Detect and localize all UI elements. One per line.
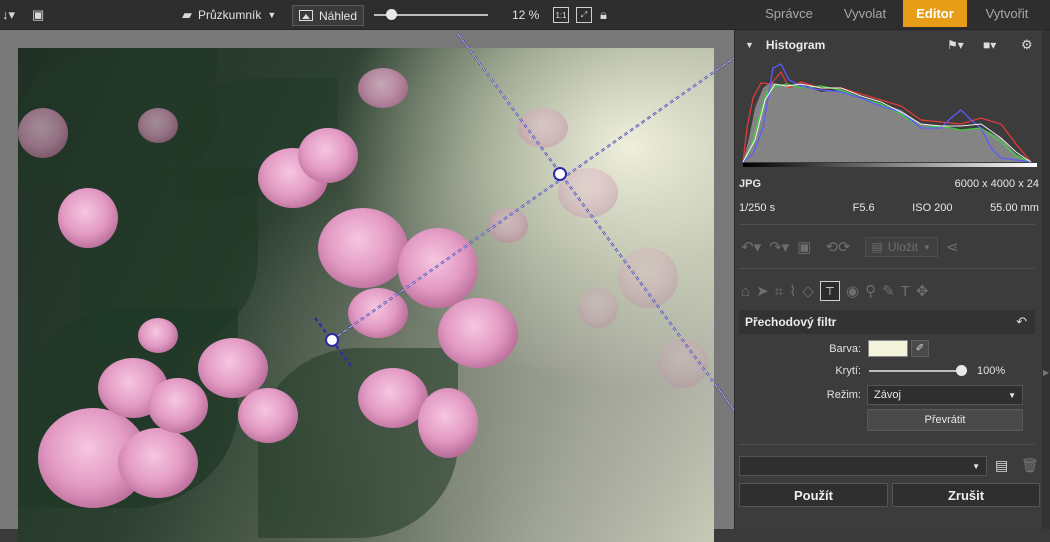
image-dimensions: 6000 x 4000 x 24	[954, 178, 1039, 190]
gradient-filter-header: Přechodový filtr ↶	[739, 310, 1035, 334]
chevron-down-icon: ▼	[1008, 390, 1016, 400]
right-panel: ▼ Histogram ⚑▾ ■▾ ⚙ JPG 6000 x 4000 x 24…	[734, 30, 1042, 529]
opacity-slider-handle[interactable]	[956, 365, 967, 376]
histogram-chart	[741, 58, 1039, 168]
invert-button[interactable]: Převrátit	[867, 409, 1023, 431]
image-icon	[299, 10, 313, 21]
perspective-icon[interactable]: ◇	[802, 282, 814, 300]
folder-icon: ▰	[182, 7, 192, 22]
save-label: Uložit	[887, 240, 918, 254]
share-icon[interactable]: ⋖	[946, 238, 959, 256]
mode-label: Režim:	[826, 389, 861, 401]
redo-icon[interactable]: ↷▾	[769, 238, 789, 256]
save-button[interactable]: ▤ Uložit ▼	[864, 237, 938, 257]
color-label: Barva:	[829, 343, 861, 355]
one-to-one-label: 1:1	[555, 10, 567, 20]
color-swatch[interactable]	[868, 340, 908, 357]
preview-label: Náhled	[319, 8, 358, 23]
apply-button[interactable]: Použít	[739, 483, 888, 507]
undo-icon[interactable]: ↶▾	[741, 238, 761, 256]
cancel-button[interactable]: Zrušit	[892, 483, 1040, 507]
clone-stamp-icon[interactable]: ⚲	[865, 282, 876, 300]
preview-button[interactable]: Náhled	[292, 5, 365, 26]
file-format: JPG	[739, 178, 762, 190]
image-compare-icon[interactable]: ▣	[797, 238, 811, 256]
lock-icon[interactable]: 🔒︎	[600, 0, 607, 30]
fit-screen-icon[interactable]: ⤢	[576, 7, 592, 23]
blend-mode-dropdown[interactable]: Závoj ▼	[867, 385, 1023, 405]
panel-scrollbar[interactable]: ▶	[1042, 30, 1050, 529]
chevron-down-icon: ▼	[972, 461, 980, 471]
text-icon[interactable]: T	[901, 283, 910, 300]
file-info-row: JPG 6000 x 4000 x 24	[739, 178, 1039, 190]
focal-length: 55.00 mm	[990, 202, 1039, 214]
histogram-title: Histogram	[765, 38, 826, 52]
reset-icon[interactable]: ↶	[1016, 314, 1027, 330]
gradient-filter-title: Přechodový filtr	[745, 315, 837, 329]
browser-dropdown[interactable]: ▰ Průzkumník ▼	[182, 0, 276, 30]
save-icon: ▤	[871, 240, 883, 254]
tab-develop[interactable]: Vyvolat	[832, 0, 898, 27]
histogram-header[interactable]: ▼ Histogram ⚑▾ ■▾ ⚙	[735, 34, 1043, 56]
top-toolbar: ↓▾ ▣ ▰ Průzkumník ▼ Náhled 12 % 1:1 ⤢ 🔒︎…	[0, 0, 1050, 30]
save-preset-icon[interactable]: ▤	[995, 457, 1008, 474]
iso-value: ISO 200	[912, 202, 953, 214]
display-mode-icon[interactable]: ■▾	[983, 38, 996, 52]
gear-icon[interactable]: ⚙	[1021, 37, 1033, 53]
gradient-filter-tool-icon[interactable]: ⊤	[819, 281, 840, 301]
tab-editor[interactable]: Editor	[903, 0, 967, 27]
sort-icon[interactable]: ↓▾	[2, 0, 15, 30]
home-icon[interactable]: ⌂	[741, 283, 750, 300]
divider	[739, 224, 1035, 225]
divider	[739, 268, 1035, 269]
gradient-guide-overlay[interactable]	[0, 30, 734, 529]
delete-preset-icon[interactable]: 🗑︎	[1021, 457, 1039, 474]
edit-toolbar: ↶▾ ↷▾ ▣ ⟲⟳ ▤ Uložit ▼ ⋖	[741, 234, 1037, 260]
preset-dropdown[interactable]: ▼	[739, 456, 987, 476]
one-to-one-button[interactable]: 1:1	[553, 7, 569, 23]
opacity-label: Krytí:	[835, 365, 861, 377]
tab-create[interactable]: Vytvořit	[972, 0, 1042, 27]
add-folder-icon[interactable]: ▣	[32, 0, 44, 30]
flag-icon[interactable]: ⚑▾	[947, 38, 964, 52]
aperture: F5.6	[852, 202, 875, 214]
chevron-down-icon: ▼	[267, 10, 277, 20]
straighten-icon[interactable]: ⌇	[789, 282, 796, 300]
opacity-value: 100%	[977, 365, 1006, 377]
eyedropper-icon[interactable]: ✐	[911, 340, 929, 357]
gradient-start-handle[interactable]	[325, 333, 339, 347]
expand-arrow-icon[interactable]: ▶	[1043, 368, 1049, 377]
zoom-slider-handle[interactable]	[386, 9, 398, 20]
gradient-end-handle[interactable]	[553, 167, 567, 181]
divider	[739, 444, 1035, 445]
zoom-value: 12 %	[512, 8, 540, 22]
eye-icon[interactable]: ◉	[846, 282, 859, 300]
blend-mode-value: Závoj	[874, 389, 901, 401]
pointer-icon[interactable]: ➤	[756, 282, 769, 300]
exif-row: 1/250 s F5.6 ISO 200 55.00 mm	[739, 202, 1039, 214]
chevron-down-icon: ▼	[922, 242, 931, 252]
opacity-slider[interactable]	[869, 370, 961, 372]
browser-label: Průzkumník	[198, 8, 262, 22]
collapse-icon[interactable]: ▼	[745, 40, 754, 50]
tab-manager[interactable]: Správce	[752, 0, 826, 27]
tool-strip: ⌂ ➤ ⌗ ⌇ ◇ ⊤ ◉ ⚲ ✎ T ✥	[741, 279, 1037, 303]
shutter-speed: 1/250 s	[739, 202, 776, 214]
rotate-icon[interactable]: ⟲⟳	[825, 238, 850, 256]
crop-icon[interactable]: ⌗	[775, 283, 783, 300]
brush-icon[interactable]: ✎	[882, 282, 895, 300]
move-icon[interactable]: ✥	[916, 282, 929, 300]
